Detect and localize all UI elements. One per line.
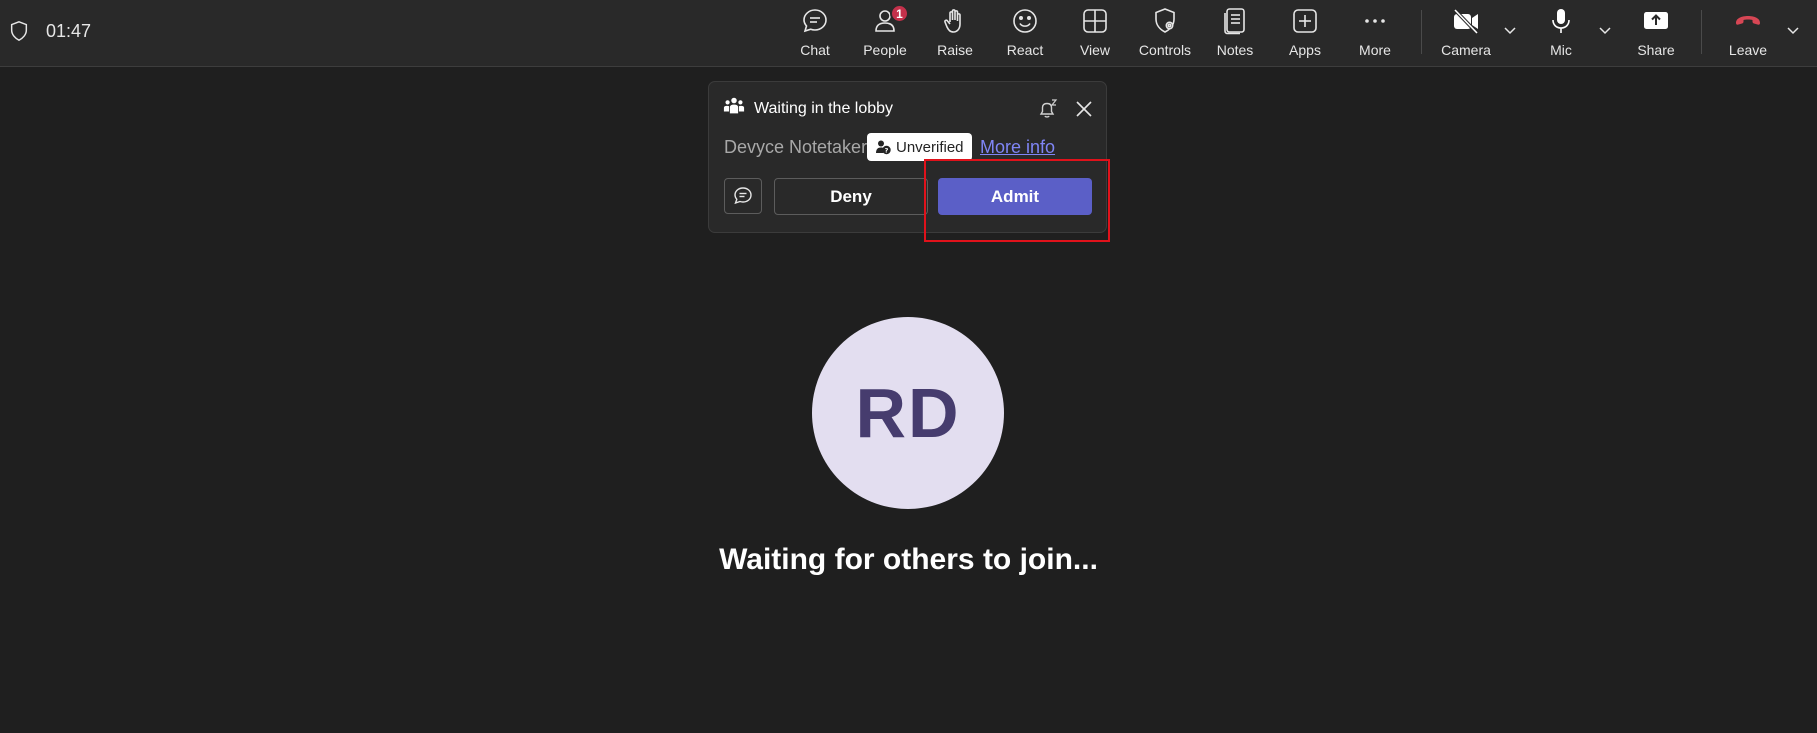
people-group-icon xyxy=(723,97,745,114)
raise-hand-icon xyxy=(944,9,961,33)
deny-button[interactable]: Deny xyxy=(774,178,928,215)
mic-options-chevron-icon[interactable] xyxy=(1595,20,1615,40)
people-count-badge: 1 xyxy=(890,4,909,23)
leave-label: Leave xyxy=(1728,42,1768,58)
react-button[interactable]: React xyxy=(990,0,1060,66)
snooze-bell-icon[interactable] xyxy=(1037,98,1059,120)
lobby-title: Waiting in the lobby xyxy=(754,100,894,117)
view-label: View xyxy=(1079,42,1111,58)
camera-button[interactable]: Camera xyxy=(1430,0,1502,66)
waiting-status-text: Waiting for others to join... xyxy=(719,543,1098,576)
smiley-icon xyxy=(1013,9,1037,33)
chat-icon xyxy=(734,187,752,205)
mic-button[interactable]: Mic xyxy=(1526,0,1596,66)
chat-icon xyxy=(803,9,827,33)
raise-label: Raise xyxy=(937,42,973,58)
unverified-badge: ? Unverified xyxy=(867,133,972,161)
lobby-person-name: Devyce Notetaker xyxy=(724,137,868,157)
more-button[interactable]: More xyxy=(1340,0,1410,66)
microphone-icon xyxy=(1552,9,1570,33)
unverified-person-icon: ? xyxy=(876,140,891,154)
meeting-toolbar: 01:47 Chat 1 People Raise React View Con… xyxy=(0,0,1817,67)
chat-label: Chat xyxy=(800,42,830,58)
mic-label: Mic xyxy=(1550,42,1572,58)
share-button[interactable]: Share xyxy=(1621,0,1691,66)
apps-label: Apps xyxy=(1289,42,1321,58)
more-icon xyxy=(1365,19,1385,23)
svg-text:?: ? xyxy=(885,146,889,154)
chat-button[interactable]: Chat xyxy=(780,0,850,66)
lobby-notification: Waiting in the lobby Devyce Notetaker ? … xyxy=(708,81,1107,233)
controls-button[interactable]: Controls xyxy=(1130,0,1200,66)
notes-button[interactable]: Notes xyxy=(1200,0,1270,66)
react-label: React xyxy=(1006,42,1044,58)
notes-icon xyxy=(1224,8,1245,35)
toolbar-divider xyxy=(1421,10,1422,54)
grid-view-icon xyxy=(1083,9,1107,33)
admit-button[interactable]: Admit xyxy=(938,178,1092,215)
toolbar-divider xyxy=(1701,10,1702,54)
people-label: People xyxy=(863,42,907,58)
more-info-link[interactable]: More info xyxy=(980,137,1055,158)
share-label: Share xyxy=(1637,42,1675,58)
camera-label: Camera xyxy=(1441,42,1491,58)
meeting-timer: 01:47 xyxy=(46,21,92,41)
avatar: RD xyxy=(812,317,1004,509)
shield-gear-icon xyxy=(1155,8,1175,33)
raise-hand-button[interactable]: Raise xyxy=(920,0,990,66)
leave-options-chevron-icon[interactable] xyxy=(1783,20,1803,40)
apps-button[interactable]: Apps xyxy=(1270,0,1340,66)
controls-label: Controls xyxy=(1138,42,1192,58)
camera-options-chevron-icon[interactable] xyxy=(1500,20,1520,40)
view-button[interactable]: View xyxy=(1060,0,1130,66)
more-label: More xyxy=(1359,42,1391,58)
add-app-icon xyxy=(1293,9,1317,33)
hang-up-icon xyxy=(1736,16,1760,25)
leave-button[interactable]: Leave xyxy=(1713,0,1783,66)
share-screen-icon xyxy=(1644,12,1668,29)
people-button[interactable]: 1 People xyxy=(850,0,920,66)
shield-icon xyxy=(10,21,28,41)
close-icon[interactable] xyxy=(1073,98,1095,120)
camera-off-icon xyxy=(1453,8,1479,35)
unverified-label: Unverified xyxy=(896,138,964,156)
avatar-initials: RD xyxy=(855,374,961,452)
notes-label: Notes xyxy=(1216,42,1254,58)
lobby-chat-button[interactable] xyxy=(724,178,762,214)
